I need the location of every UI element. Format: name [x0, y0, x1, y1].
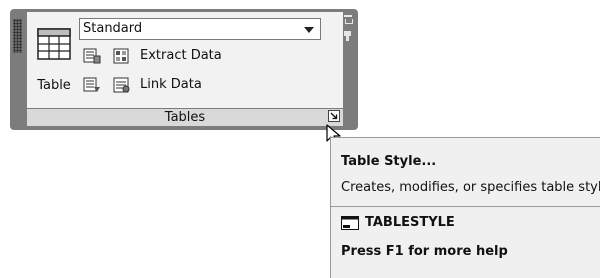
- tables-ribbon-panel: Table Standard Extract Data Link Data Ta…: [10, 9, 358, 130]
- panel-grip-handle[interactable]: [13, 19, 22, 53]
- table-style-dropdown[interactable]: Standard: [79, 18, 321, 40]
- extract-data-row: Extract Data: [83, 46, 303, 66]
- extract-data-icon: [113, 48, 129, 64]
- tooltip-divider: [331, 206, 600, 207]
- extract-data-button[interactable]: Extract Data: [140, 46, 222, 66]
- panel-side-buttons: [344, 15, 354, 41]
- table-style-value: Standard: [83, 21, 143, 36]
- table-button-label: Table: [37, 78, 71, 93]
- command-line-icon: [341, 216, 359, 230]
- pin-icon[interactable]: [344, 15, 353, 25]
- tooltip-help-hint: Press F1 for more help: [341, 244, 508, 259]
- table-button[interactable]: Table: [29, 16, 79, 104]
- data-update-small-icon[interactable]: [83, 77, 101, 93]
- panel-options-icon[interactable]: [344, 31, 352, 41]
- data-link-small-icon[interactable]: [83, 48, 101, 64]
- link-data-row: Link Data: [83, 75, 303, 95]
- link-data-icon: [113, 77, 130, 93]
- table-icon: [37, 28, 71, 60]
- table-style-tooltip: Table Style... Creates, modifies, or spe…: [330, 137, 600, 278]
- panel-title-bar: Tables: [27, 109, 343, 126]
- panel-body: Table Standard Extract Data Link Data: [27, 12, 343, 108]
- link-data-button[interactable]: Link Data: [140, 75, 202, 95]
- dialog-launcher-arrow-icon[interactable]: [328, 110, 340, 122]
- panel-title: Tables: [164, 110, 206, 125]
- tooltip-description: Creates, modifies, or specifies table st…: [341, 180, 600, 195]
- tooltip-command-name: TABLESTYLE: [365, 215, 455, 230]
- chevron-down-icon[interactable]: [304, 27, 314, 33]
- tooltip-title: Table Style...: [341, 154, 437, 169]
